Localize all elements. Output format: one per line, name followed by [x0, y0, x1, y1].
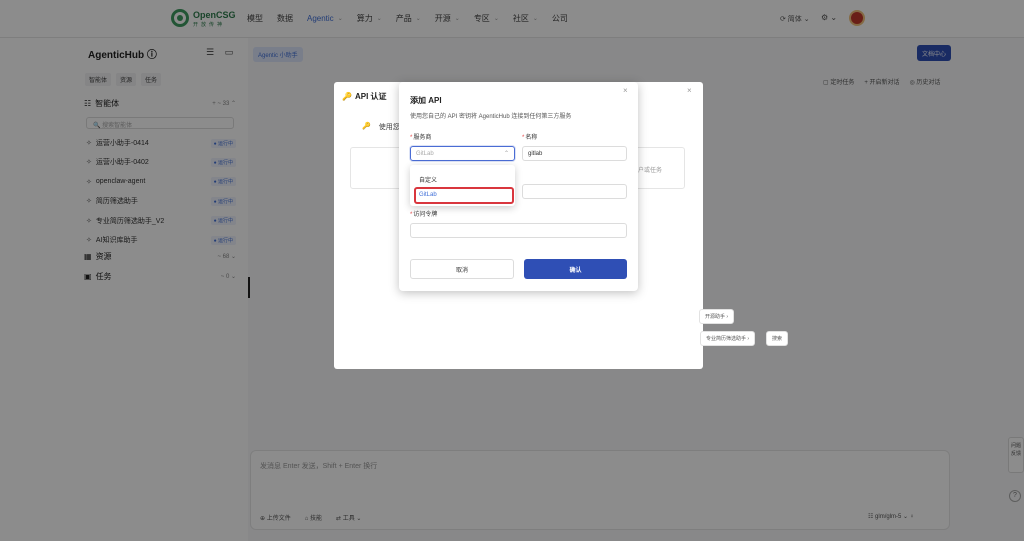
api-auth-box-text: 户或任务	[638, 168, 663, 174]
key-icon: 🔑	[342, 92, 352, 101]
provider-select[interactable]: GitLab ⌃	[410, 146, 515, 161]
name-label: *名称	[522, 135, 538, 141]
confirm-button[interactable]: 确认	[524, 259, 627, 279]
provider-label: *服务商	[410, 135, 432, 141]
api-auth-title-text: API 认证	[354, 92, 387, 101]
api-auth-use-text: 使用您	[378, 124, 400, 131]
provider-select-placeholder: GitLab	[416, 150, 434, 157]
api-auth-close-icon[interactable]: ×	[687, 86, 692, 95]
suggestion-chip-open-source[interactable]: 开源助手 ›	[699, 309, 735, 324]
dialog-title: 添加 API	[410, 96, 442, 105]
key-small-icon: 🔑	[362, 123, 371, 130]
cancel-button[interactable]: 取消	[410, 259, 514, 279]
provider-option-custom[interactable]: 自定义	[419, 175, 437, 184]
suggestion-chip-search[interactable]: 搜索	[766, 331, 789, 346]
chevron-up-icon: ⌃	[503, 151, 509, 157]
api-auth-use-row: 🔑 使用您	[362, 122, 400, 132]
api-auth-title: 🔑 API 认证	[342, 91, 387, 102]
dialog-close-icon[interactable]: ×	[623, 86, 628, 95]
name-input[interactable]: gitlab	[522, 146, 627, 161]
token-input[interactable]	[410, 223, 627, 238]
suggestion-chip-resume[interactable]: 专业简历筛选助手 ›	[700, 331, 756, 346]
dialog-description: 使用您自己的 API 密钥将 AgenticHub 连接到任何第三方服务	[410, 114, 572, 120]
token-label: *访问令牌	[410, 212, 438, 218]
option-highlight-box	[414, 187, 514, 204]
extra-input[interactable]	[522, 184, 627, 199]
